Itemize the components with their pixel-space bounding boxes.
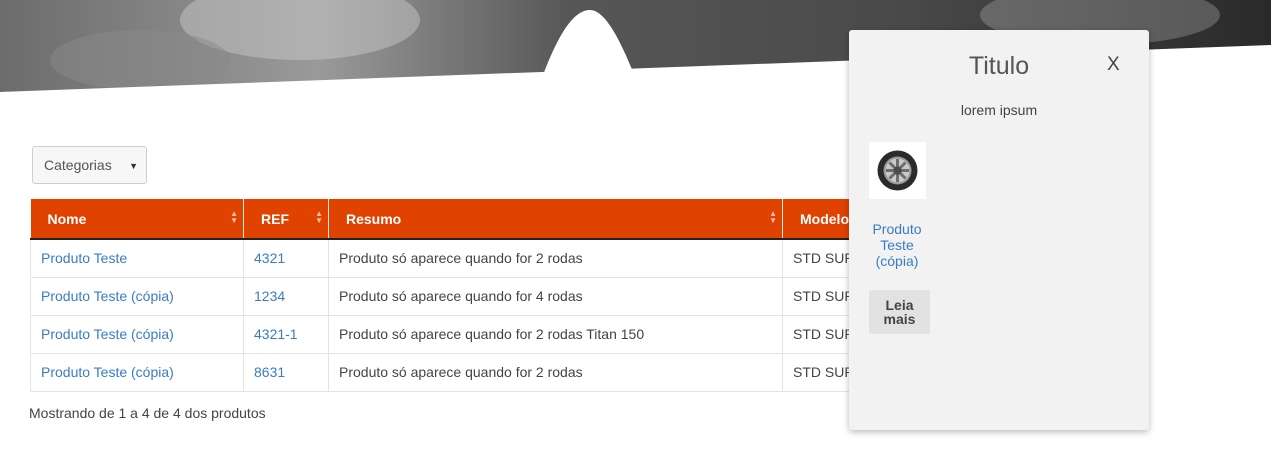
table-row: Produto Teste (cópia) 8631 Produto só ap… xyxy=(30,352,861,392)
popup-subtitle: lorem ipsum xyxy=(960,102,1038,118)
column-header-ref[interactable]: REF ▲ ▼ xyxy=(243,199,329,240)
column-header-nome[interactable]: Nome ▲ ▼ xyxy=(30,199,244,240)
popup-product-link[interactable]: Produto Teste (cópia) xyxy=(863,221,931,269)
table-row: Produto Teste (cópia) 4321-1 Produto só … xyxy=(30,314,861,354)
read-more-button[interactable]: Leia mais xyxy=(869,290,930,334)
category-select[interactable]: Categorias ▼ xyxy=(32,146,147,184)
product-summary: Produto só aparece quando for 2 rodas xyxy=(328,352,783,392)
product-ref-link[interactable]: 4321-1 xyxy=(243,314,329,354)
product-ref-link[interactable]: 8631 xyxy=(243,352,329,392)
results-count: Mostrando de 1 a 4 de 4 dos produtos xyxy=(29,405,266,421)
product-name-link[interactable]: Produto Teste xyxy=(30,238,244,278)
sort-icon: ▲ ▼ xyxy=(315,209,323,225)
product-summary: Produto só aparece quando for 2 rodas Ti… xyxy=(328,314,783,354)
chevron-down-icon: ▼ xyxy=(129,161,138,171)
product-summary: Produto só aparece quando for 2 rodas xyxy=(328,238,783,278)
table-row: Produto Teste 4321 Produto só aparece qu… xyxy=(30,238,861,278)
sort-icon: ▲ ▼ xyxy=(230,209,238,225)
category-select-label: Categorias xyxy=(44,157,112,173)
product-popup: Titulo X lorem ipsum Produto Teste (cópi… xyxy=(849,30,1149,430)
close-button[interactable]: X xyxy=(1107,54,1120,76)
sort-icon: ▲ ▼ xyxy=(769,209,777,225)
table-row: Produto Teste (cópia) 1234 Produto só ap… xyxy=(30,276,861,316)
product-name-link[interactable]: Produto Teste (cópia) xyxy=(30,276,244,316)
product-name-link[interactable]: Produto Teste (cópia) xyxy=(30,314,244,354)
popup-title: Titulo xyxy=(968,52,1030,80)
column-header-resumo[interactable]: Resumo ▲ ▼ xyxy=(328,199,783,240)
product-name-link[interactable]: Produto Teste (cópia) xyxy=(30,352,244,392)
product-ref-link[interactable]: 1234 xyxy=(243,276,329,316)
table-header-row: Nome ▲ ▼ REF ▲ ▼ Resumo ▲ ▼ Modelo xyxy=(30,199,861,240)
product-summary: Produto só aparece quando for 4 rodas xyxy=(328,276,783,316)
product-thumbnail[interactable] xyxy=(869,142,926,199)
product-ref-link[interactable]: 4321 xyxy=(243,238,329,278)
products-table: Nome ▲ ▼ REF ▲ ▼ Resumo ▲ ▼ Modelo Produto Tes… xyxy=(30,199,861,392)
wheel-icon xyxy=(877,150,918,191)
